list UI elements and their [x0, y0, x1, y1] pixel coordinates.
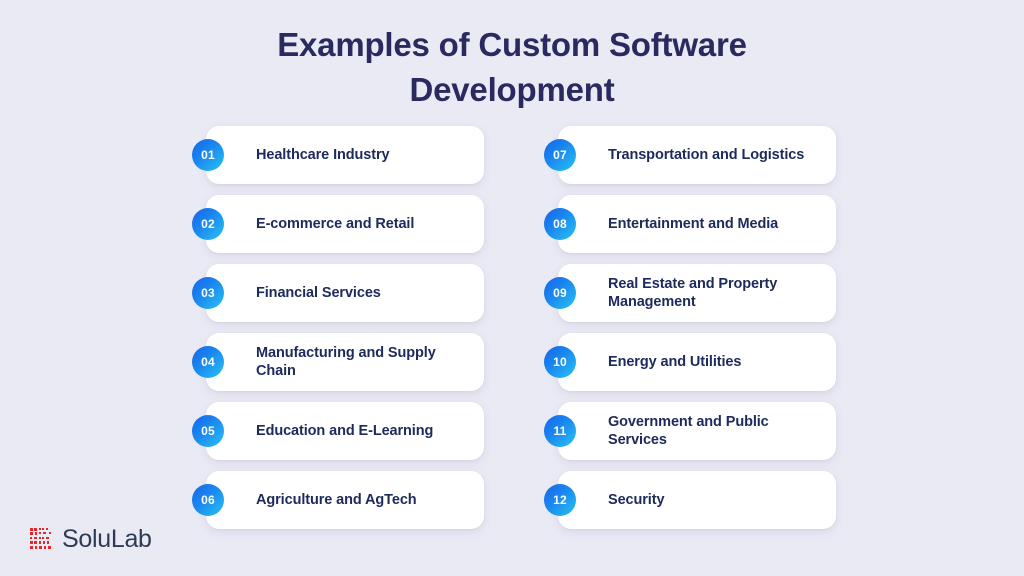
list-item[interactable]: Financial Services 03: [188, 264, 484, 322]
item-label: Entertainment and Media: [608, 216, 779, 232]
list-item[interactable]: Agriculture and AgTech 06: [188, 471, 484, 529]
item-label: Education and E-Learning: [256, 423, 434, 439]
item-label: Transportation and Logistics: [608, 147, 805, 163]
item-card[interactable]: Real Estate and Property Management: [558, 264, 836, 322]
page-title: Examples of Custom Software Development: [277, 26, 747, 108]
item-number-badge: 12: [544, 484, 576, 516]
item-number-badge: 06: [192, 484, 224, 516]
item-label: E-commerce and Retail: [256, 216, 415, 232]
list-item[interactable]: Manufacturing and Supply Chain 04: [188, 333, 484, 391]
list-item[interactable]: E-commerce and Retail 02: [188, 195, 484, 253]
item-label: Real Estate and Property Management: [608, 276, 778, 310]
items-grid: Healthcare Industry 01 E-commerce and Reta…: [0, 126, 1024, 529]
item-number-badge: 08: [544, 208, 576, 240]
list-item[interactable]: Energy and Utilities 10: [540, 333, 836, 391]
item-card[interactable]: Manufacturing and Supply Chain: [206, 333, 484, 391]
item-card[interactable]: Financial Services: [206, 264, 484, 322]
item-number-badge: 05: [192, 415, 224, 447]
list-item[interactable]: Transportation and Logistics 07: [540, 126, 836, 184]
item-number-badge: 01: [192, 139, 224, 171]
item-card[interactable]: Entertainment and Media: [558, 195, 836, 253]
item-number-badge: 10: [544, 346, 576, 378]
item-label: Energy and Utilities: [608, 354, 742, 370]
list-item[interactable]: Entertainment and Media 08: [540, 195, 836, 253]
item-label: Financial Services: [256, 285, 381, 301]
item-card[interactable]: E-commerce and Retail: [206, 195, 484, 253]
item-number-badge: 04: [192, 346, 224, 378]
item-card[interactable]: Healthcare Industry: [206, 126, 484, 184]
item-number-badge: 02: [192, 208, 224, 240]
list-item[interactable]: Healthcare Industry 01: [188, 126, 484, 184]
item-number-badge: 09: [544, 277, 576, 309]
item-number-badge: 11: [544, 415, 576, 447]
item-label: Security: [608, 492, 665, 508]
item-card[interactable]: Transportation and Logistics: [558, 126, 836, 184]
item-card[interactable]: Security: [558, 471, 836, 529]
left-column: Healthcare Industry 01 E-commerce and Reta…: [188, 126, 484, 529]
list-item[interactable]: Security 12: [540, 471, 836, 529]
item-card[interactable]: Government and Public Services: [558, 402, 836, 460]
list-item[interactable]: Government and Public Services 11: [540, 402, 836, 460]
qr-code-logo-icon: [30, 528, 51, 549]
brand-name: SoluLab: [62, 525, 152, 553]
right-column: Transportation and Logistics 07 Entertainm…: [540, 126, 836, 529]
item-number-badge: 07: [544, 139, 576, 171]
item-card[interactable]: Energy and Utilities: [558, 333, 836, 391]
item-label: Agriculture and AgTech: [256, 492, 417, 508]
item-card[interactable]: Agriculture and AgTech: [206, 471, 484, 529]
list-item[interactable]: Real Estate and Property Management 09: [540, 264, 836, 322]
item-label: Government and Public Services: [608, 414, 769, 448]
list-item[interactable]: Education and E-Learning 05: [188, 402, 484, 460]
item-label: Healthcare Industry: [256, 147, 390, 163]
item-label: Manufacturing and Supply Chain: [256, 345, 436, 379]
item-number-badge: 03: [192, 277, 224, 309]
item-card[interactable]: Education and E-Learning: [206, 402, 484, 460]
brand-logo: SoluLab: [30, 525, 152, 554]
